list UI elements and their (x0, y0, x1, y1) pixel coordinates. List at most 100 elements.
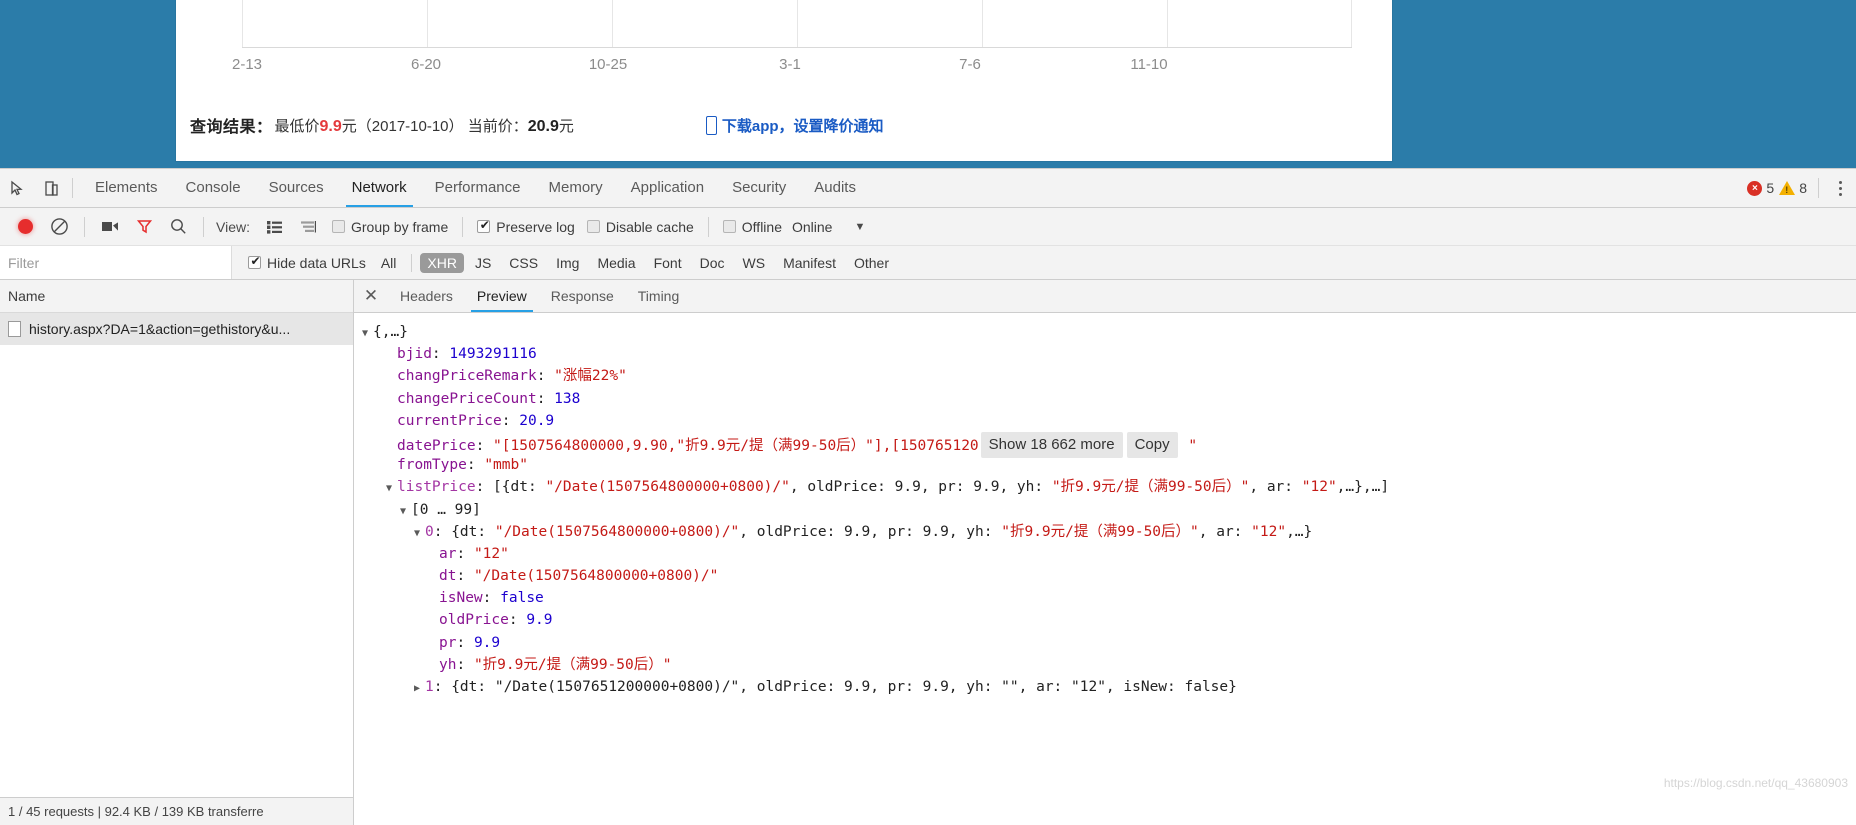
json-token: "12" (1301, 479, 1337, 496)
tab-response[interactable]: Response (539, 280, 626, 312)
disable-cache-checkbox[interactable]: Disable cache (586, 219, 694, 235)
json-token: , pr: (920, 479, 974, 496)
current-price-value: 20.9 (527, 117, 559, 135)
detail-tabbar: ✕ Headers Preview Response Timing (354, 280, 1856, 313)
json-token: currentPrice (397, 412, 502, 429)
chevron-down-icon[interactable]: ▼ (854, 221, 865, 233)
filter-type-media[interactable]: Media (590, 253, 642, 273)
tab-memory[interactable]: Memory (535, 169, 617, 207)
devtools-panel: Elements Console Sources Network Perform… (0, 168, 1856, 825)
filter-type-js[interactable]: JS (468, 253, 498, 273)
json-token: "12" (1251, 523, 1287, 540)
preserve-log-checkbox[interactable]: Preserve log (477, 218, 575, 235)
filter-type-all[interactable]: All (374, 253, 404, 273)
json-line[interactable]: datePrice: "[1507564800000,9.90,"折9.9元/提… (362, 431, 1856, 459)
more-options-icon[interactable] (1830, 176, 1850, 200)
warning-count-badge[interactable]: ! 8 (1779, 180, 1807, 196)
chevron-down-icon[interactable] (414, 523, 425, 545)
devtools-tabbar: Elements Console Sources Network Perform… (0, 169, 1856, 208)
toolbar-divider (203, 216, 204, 237)
filter-type-other[interactable]: Other (847, 253, 896, 273)
tab-headers[interactable]: Headers (388, 280, 465, 312)
checkbox-box (586, 220, 600, 233)
table-row[interactable]: history.aspx?DA=1&action=gethistory&u... (0, 313, 353, 345)
tab-elements[interactable]: Elements (81, 169, 172, 207)
list-view-icon[interactable] (258, 212, 292, 242)
tab-security[interactable]: Security (718, 169, 800, 207)
record-button[interactable] (8, 212, 42, 242)
requests-column-header[interactable]: Name (0, 280, 353, 313)
json-line[interactable]: ar: "12" (362, 543, 1856, 565)
price-history-card: 2-13 6-20 10-25 3-1 7-6 11-10 查询结果： 最低价9… (176, 0, 1392, 161)
json-line[interactable]: {,…} (362, 321, 1856, 343)
inspect-element-icon[interactable] (0, 171, 34, 205)
json-token: , oldPrice: 9.9, pr: 9.9, yh: "", ar: "1… (739, 679, 1237, 695)
json-line[interactable]: isNew: false (362, 587, 1856, 609)
json-token: , yh: (999, 479, 1052, 496)
json-line[interactable]: 0: {dt: "/Date(1507564800000+0800)/", ol… (362, 521, 1856, 543)
filter-type-doc[interactable]: Doc (693, 253, 732, 273)
json-line[interactable]: 1: {dt: "/Date(1507651200000+0800)/", ol… (362, 676, 1856, 698)
tab-audits[interactable]: Audits (800, 169, 870, 207)
json-line[interactable]: fromType: "mmb" (362, 454, 1856, 476)
json-line[interactable]: dt: "/Date(1507564800000+0800)/" (362, 565, 1856, 587)
group-by-frame-label: Group by frame (350, 218, 449, 235)
lowest-price-prefix: 最低价 (274, 117, 320, 135)
json-line[interactable]: pr: 9.9 (362, 632, 1856, 654)
waterfall-view-icon[interactable] (292, 212, 326, 242)
json-token: [0 … 99] (411, 501, 481, 518)
tab-performance[interactable]: Performance (421, 169, 535, 207)
filter-type-font[interactable]: Font (647, 253, 689, 273)
chart-gridline (612, 0, 797, 48)
download-app-link[interactable]: 下载app，设置降价通知 (705, 115, 884, 136)
json-token: : (482, 590, 501, 607)
json-preview[interactable]: {,…}bjid: 1493291116changPriceRemark: "涨… (354, 313, 1856, 825)
json-line[interactable]: bjid: 1493291116 (362, 343, 1856, 365)
search-icon[interactable] (161, 212, 195, 242)
filter-type-css[interactable]: CSS (502, 253, 545, 273)
chevron-down-icon[interactable] (400, 501, 411, 523)
chevron-down-icon[interactable] (386, 478, 397, 500)
json-token: 1493291116 (449, 346, 537, 363)
json-token: yh (439, 656, 457, 673)
current-price-prefix: 当前价： (467, 117, 528, 135)
json-token: 9.9 (526, 612, 553, 629)
filter-type-xhr[interactable]: XHR (420, 252, 464, 273)
throttling-select[interactable]: Online (792, 219, 832, 235)
tab-console[interactable]: Console (172, 169, 255, 207)
tab-sources[interactable]: Sources (255, 169, 338, 207)
filter-type-manifest[interactable]: Manifest (776, 253, 843, 273)
json-line[interactable]: currentPrice: 20.9 (362, 410, 1856, 432)
group-by-frame-checkbox[interactable]: Group by frame (331, 218, 449, 235)
json-token: bjid (397, 346, 432, 363)
capture-screenshots-icon[interactable] (93, 212, 127, 242)
chevron-right-icon[interactable] (414, 678, 425, 700)
json-line[interactable]: yh: "折9.9元/提（满99-50后）" (362, 654, 1856, 676)
json-token: "/Date(1507564800000+0800)/" (545, 479, 790, 496)
json-line[interactable]: listPrice: [{dt: "/Date(1507564800000+08… (362, 476, 1856, 498)
json-token: : (456, 656, 474, 673)
close-icon[interactable]: ✕ (354, 280, 388, 312)
clear-button[interactable] (42, 212, 76, 242)
requests-list[interactable]: history.aspx?DA=1&action=gethistory&u... (0, 313, 353, 797)
hide-data-urls-checkbox[interactable]: Hide data URLs (248, 254, 366, 271)
json-line[interactable]: [0 … 99] (362, 499, 1856, 521)
tab-timing[interactable]: Timing (626, 280, 692, 312)
error-count-badge[interactable]: × 5 (1747, 180, 1774, 196)
filter-type-ws[interactable]: WS (736, 253, 773, 273)
json-line[interactable]: oldPrice: 9.9 (362, 609, 1856, 631)
tab-preview[interactable]: Preview (465, 280, 539, 312)
device-toolbar-icon[interactable] (34, 171, 68, 205)
json-line[interactable]: changePriceCount: 138 (362, 388, 1856, 410)
filter-type-img[interactable]: Img (549, 253, 586, 273)
tab-network[interactable]: Network (338, 169, 421, 207)
json-line[interactable]: changPriceRemark: "涨幅22%" (362, 365, 1856, 387)
chevron-down-icon[interactable] (362, 323, 373, 345)
json-token: "12" (473, 545, 509, 562)
filter-funnel-icon[interactable] (127, 212, 161, 242)
json-token: : (508, 612, 527, 629)
tab-application[interactable]: Application (617, 169, 718, 207)
offline-checkbox[interactable]: Offline (722, 219, 782, 235)
filter-input[interactable] (0, 246, 232, 279)
json-token: , oldPrice: (739, 523, 845, 540)
